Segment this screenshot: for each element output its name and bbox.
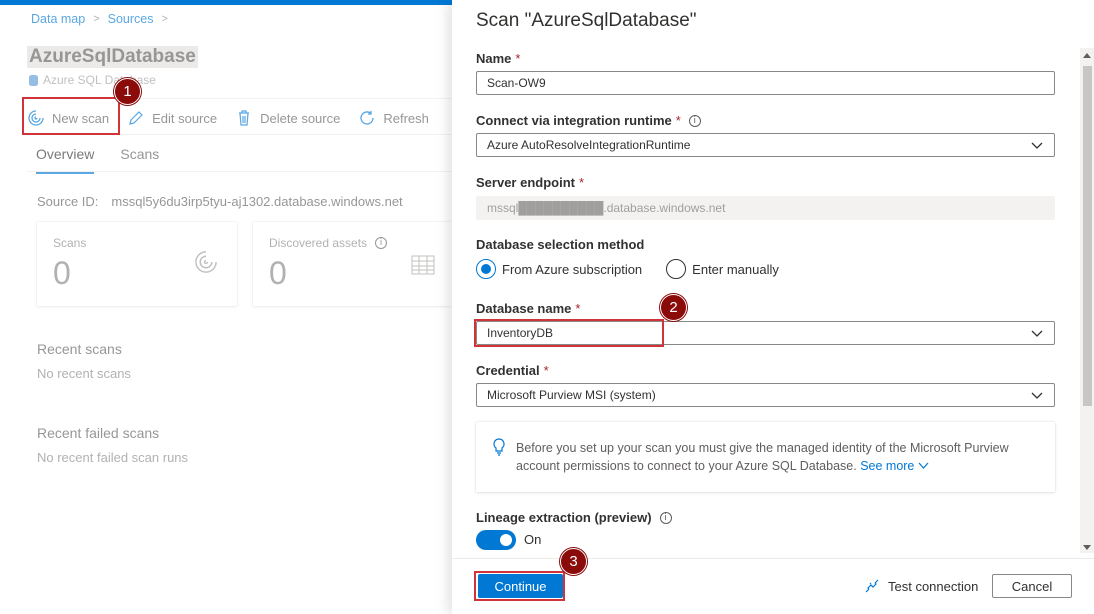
- breadcrumb: Data map > Sources >: [31, 12, 168, 26]
- radio-from-subscription-label: From Azure subscription: [502, 261, 643, 277]
- required-marker: *: [675, 113, 681, 128]
- footer-divider: [452, 558, 1094, 559]
- chevron-down-icon: [918, 462, 929, 469]
- lineage-label: Lineage extraction (preview) i: [476, 510, 672, 525]
- credential-value: Microsoft Purview MSI (system): [487, 388, 656, 402]
- page-title: AzureSqlDatabase: [27, 46, 198, 68]
- annotation-step-2: 2: [660, 294, 687, 321]
- recent-scans-title: Recent scans: [37, 341, 122, 357]
- database-icon: [29, 74, 38, 86]
- refresh-label: Refresh: [383, 110, 429, 126]
- divider: [27, 171, 452, 172]
- radio-checked-icon: [476, 259, 496, 279]
- endpoint-label-text: Server endpoint: [476, 175, 575, 190]
- annotation-box-new-scan: [22, 97, 120, 135]
- delete-source-label: Delete source: [260, 110, 341, 126]
- radio-enter-manually-label: Enter manually: [692, 261, 779, 277]
- selection-method-group: From Azure subscription Enter manually: [476, 259, 779, 279]
- credential-label-text: Credential: [476, 363, 540, 378]
- tab-scans[interactable]: Scans: [120, 146, 159, 174]
- scan-icon: [195, 251, 217, 273]
- chevron-down-icon: [1031, 330, 1043, 337]
- chevron-down-icon: [1031, 142, 1043, 149]
- panel-scrollbar[interactable]: [1080, 48, 1094, 553]
- lineage-toggle-state: On: [524, 532, 542, 547]
- database-name-label: Database name *: [476, 301, 580, 316]
- endpoint-input: mssql██████████.database.windows.net: [476, 196, 1055, 220]
- runtime-value: Azure AutoResolveIntegrationRuntime: [487, 138, 691, 152]
- lineage-toggle[interactable]: [476, 530, 516, 550]
- scan-panel: Scan "AzureSqlDatabase" Name * Scan-OW9 C…: [452, 0, 1094, 614]
- lightbulb-icon: [493, 438, 505, 456]
- plug-icon: [865, 579, 879, 593]
- radio-from-subscription[interactable]: From Azure subscription: [476, 259, 642, 279]
- panel-title: Scan "AzureSqlDatabase": [476, 10, 697, 31]
- discovered-assets-text: Discovered assets: [269, 236, 368, 250]
- scans-card: Scans 0: [37, 222, 237, 306]
- refresh-button[interactable]: Refresh: [358, 109, 429, 127]
- credential-dropdown[interactable]: Microsoft Purview MSI (system): [476, 383, 1055, 407]
- radio-enter-manually[interactable]: Enter manually: [666, 259, 779, 279]
- runtime-label: Connect via integration runtime * i: [476, 113, 701, 128]
- test-connection-button[interactable]: Test connection: [864, 578, 978, 594]
- edit-source-button[interactable]: Edit source: [127, 109, 217, 127]
- name-label: Name *: [476, 51, 520, 66]
- name-input[interactable]: Scan-OW9: [476, 71, 1055, 95]
- scroll-down-icon[interactable]: [1083, 545, 1091, 550]
- scans-card-label: Scans: [53, 236, 87, 250]
- required-marker: *: [575, 301, 581, 316]
- see-more-label: See more: [860, 459, 915, 473]
- runtime-dropdown[interactable]: Azure AutoResolveIntegrationRuntime: [476, 133, 1055, 157]
- chevron-right-icon: >: [93, 13, 100, 25]
- chevron-down-icon: [1031, 392, 1043, 399]
- info-icon[interactable]: i: [688, 114, 701, 127]
- scans-card-value: 0: [53, 255, 71, 291]
- delete-source-button[interactable]: Delete source: [235, 109, 340, 127]
- breadcrumb-data-map[interactable]: Data map: [31, 12, 85, 26]
- info-icon[interactable]: i: [659, 511, 672, 524]
- credential-label: Credential *: [476, 363, 549, 378]
- endpoint-label: Server endpoint *: [476, 175, 584, 190]
- radio-unchecked-icon: [666, 259, 687, 279]
- annotation-step-1: 1: [114, 78, 141, 105]
- required-marker: *: [515, 51, 521, 66]
- annotation-step-3: 3: [560, 548, 587, 575]
- database-name-label-text: Database name: [476, 301, 572, 316]
- info-text: Before you set up your scan you must giv…: [516, 441, 1009, 473]
- annotation-box-continue: [474, 571, 565, 601]
- cancel-button[interactable]: Cancel: [992, 574, 1072, 598]
- breadcrumb-sources[interactable]: Sources: [108, 12, 154, 26]
- source-id-value: mssql5y6du3irp5tyu-aj1302.database.windo…: [111, 194, 403, 209]
- discovered-assets-label: Discovered assets i: [269, 236, 388, 250]
- tab-overview[interactable]: Overview: [36, 146, 95, 174]
- trash-icon: [239, 110, 250, 126]
- lineage-label-text: Lineage extraction (preview): [476, 510, 652, 525]
- test-connection-label: Test connection: [888, 578, 979, 594]
- recent-failed-scans-empty: No recent failed scan runs: [37, 450, 189, 465]
- source-id: Source ID: mssql5y6du3irp5tyu-aj1302.dat…: [37, 194, 403, 209]
- annotation-box-database-name: [474, 319, 664, 347]
- recent-scans-empty: No recent scans: [37, 366, 131, 381]
- info-icon[interactable]: i: [375, 237, 388, 249]
- selection-method-label: Database selection method: [476, 237, 645, 252]
- permissions-info-box: Before you set up your scan you must giv…: [476, 422, 1055, 492]
- scroll-up-icon[interactable]: [1083, 53, 1091, 58]
- discovered-assets-value: 0: [269, 255, 287, 291]
- required-marker: *: [543, 363, 549, 378]
- edit-source-label: Edit source: [152, 110, 218, 126]
- tab-list: Overview Scans: [36, 146, 159, 174]
- recent-failed-scans-title: Recent failed scans: [37, 425, 160, 441]
- pencil-icon: [129, 111, 143, 125]
- source-id-label: Source ID:: [37, 194, 99, 209]
- name-label-text: Name: [476, 51, 512, 66]
- runtime-label-text: Connect via integration runtime: [476, 113, 672, 128]
- table-icon: [411, 255, 435, 275]
- scroll-thumb[interactable]: [1083, 66, 1092, 406]
- see-more-link[interactable]: See more: [860, 459, 929, 473]
- chevron-right-icon: >: [161, 13, 168, 25]
- required-marker: *: [578, 175, 585, 190]
- discovered-assets-card: Discovered assets i 0: [253, 222, 452, 306]
- refresh-icon: [360, 111, 374, 125]
